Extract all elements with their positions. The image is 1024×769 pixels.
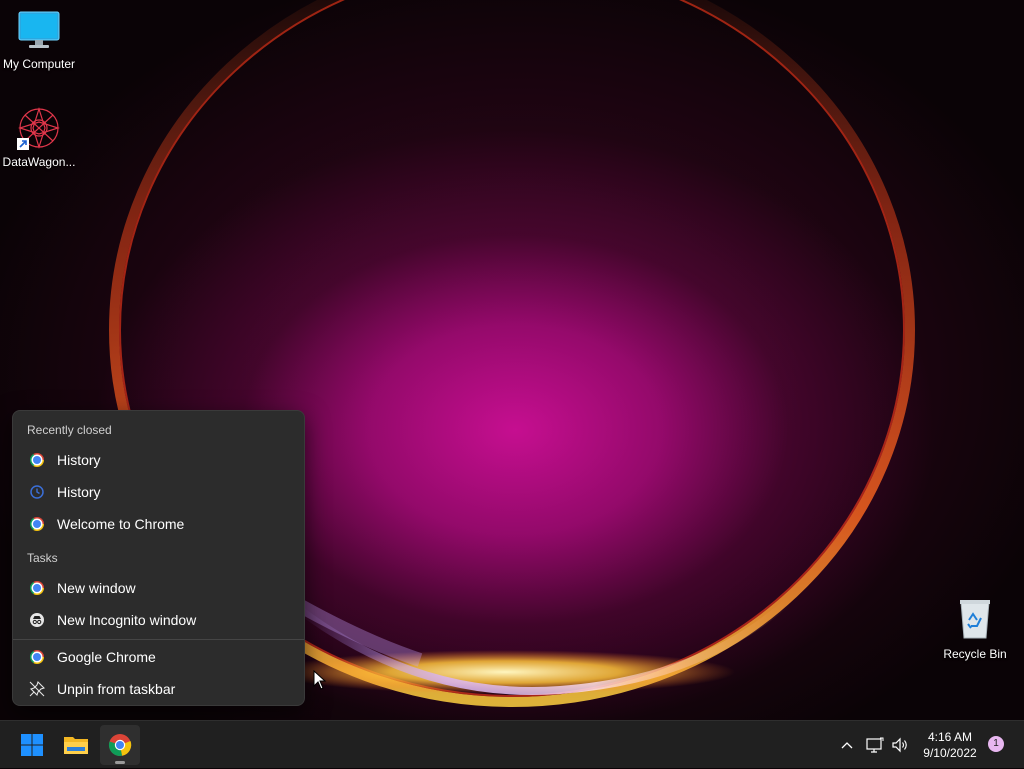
jumplist-item-new-incognito-window[interactable]: New Incognito window	[17, 605, 300, 635]
jumplist-item-new-window[interactable]: New window	[17, 573, 300, 603]
chrome-jump-list: Recently closed History History Welcome …	[12, 410, 305, 706]
desktop-icon-label: Recycle Bin	[943, 647, 1007, 661]
chevron-up-icon	[841, 742, 853, 749]
jumplist-item-label: History	[57, 452, 101, 468]
chrome-icon	[29, 516, 45, 532]
clock-button[interactable]: 4:16 AM 9/10/2022	[918, 729, 982, 761]
monitor-icon	[18, 11, 60, 48]
chrome-icon	[29, 452, 45, 468]
jumplist-divider	[13, 639, 304, 640]
chrome-icon	[108, 734, 132, 756]
unpin-icon	[29, 681, 45, 697]
history-clock-icon	[29, 484, 45, 500]
jumplist-item-unpin[interactable]: Unpin from taskbar	[17, 674, 300, 704]
datawagon-shortcut-icon	[17, 107, 60, 150]
folder-icon	[64, 737, 88, 754]
jumplist-item-label: Welcome to Chrome	[57, 516, 185, 532]
recycle-bin-icon	[960, 600, 990, 639]
notification-badge[interactable]: 1	[988, 736, 1004, 752]
mouse-cursor-icon	[313, 670, 327, 690]
desktop-icon-my-computer[interactable]: My Computer	[0, 10, 79, 71]
active-indicator	[115, 761, 125, 764]
jumplist-item-label: New Incognito window	[57, 612, 197, 628]
desktop-icon-label: My Computer	[2, 57, 76, 71]
chrome-icon	[29, 649, 45, 665]
show-hidden-icons-button[interactable]	[836, 721, 858, 769]
tasks-header: Tasks	[27, 551, 58, 565]
clock-time: 4:16 AM	[927, 730, 973, 744]
desktop-icon-recycle-bin[interactable]: Recycle Bin	[935, 598, 1015, 661]
jumplist-item-label: Google Chrome	[57, 649, 156, 665]
file-explorer-button[interactable]	[56, 725, 96, 765]
taskbar: 4:16 AM 9/10/2022	[0, 720, 1024, 768]
network-button[interactable]	[864, 721, 886, 769]
desktop-icon-label: DataWagon...	[2, 155, 76, 169]
desktop-icon-datawagon[interactable]: DataWagon...	[0, 106, 79, 169]
windows-start-icon	[21, 734, 43, 756]
clock-date: 9/10/2022	[923, 746, 977, 760]
chrome-icon	[29, 580, 45, 596]
jumplist-item-google-chrome[interactable]: Google Chrome	[17, 642, 300, 672]
network-icon	[866, 737, 884, 753]
jumplist-item-label: History	[57, 484, 101, 500]
volume-button[interactable]	[889, 721, 911, 769]
recently-closed-header: Recently closed	[27, 423, 112, 437]
start-button[interactable]	[12, 725, 52, 765]
volume-icon	[892, 737, 907, 753]
jumplist-item-history-page[interactable]: History	[17, 477, 300, 507]
incognito-icon	[29, 612, 45, 628]
chrome-taskbar-button[interactable]	[100, 725, 140, 765]
jumplist-item-label: Unpin from taskbar	[57, 681, 176, 697]
jumplist-item-history[interactable]: History	[17, 445, 300, 475]
jumplist-item-label: New window	[57, 580, 136, 596]
jumplist-item-welcome[interactable]: Welcome to Chrome	[17, 509, 300, 539]
